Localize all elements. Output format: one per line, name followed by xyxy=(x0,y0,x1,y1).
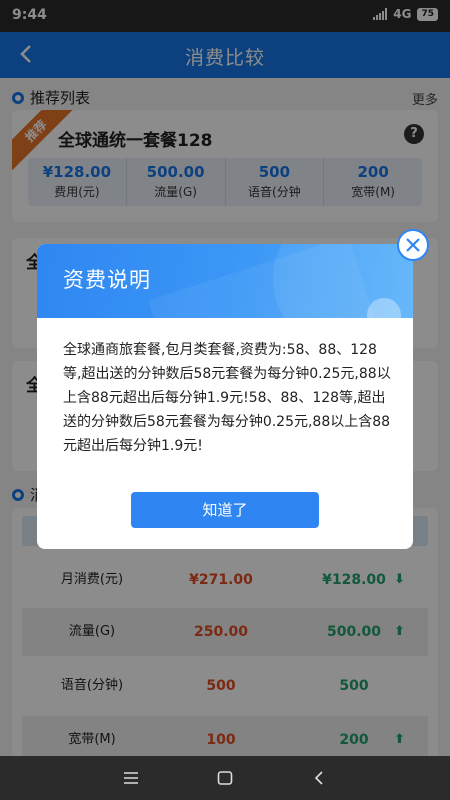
home-icon[interactable] xyxy=(217,768,233,792)
dialog-body: 全球通商旅套餐,包月类套餐,资费为:58、88、128等,超出送的分钟数后58元… xyxy=(63,342,391,454)
fee-info-dialog: 资费说明 全球通商旅套餐,包月类套餐,资费为:58、88、128等,超出送的分钟… xyxy=(37,244,413,549)
dialog-header: 资费说明 xyxy=(37,244,413,318)
close-icon xyxy=(406,238,420,252)
menu-icon[interactable] xyxy=(123,768,139,792)
system-nav-bar xyxy=(0,756,450,800)
header-decoration xyxy=(148,244,376,318)
close-button[interactable] xyxy=(397,229,429,261)
back-nav-icon[interactable] xyxy=(313,768,325,792)
ok-button[interactable]: 知道了 xyxy=(131,492,319,528)
dialog-title: 资费说明 xyxy=(63,268,151,292)
